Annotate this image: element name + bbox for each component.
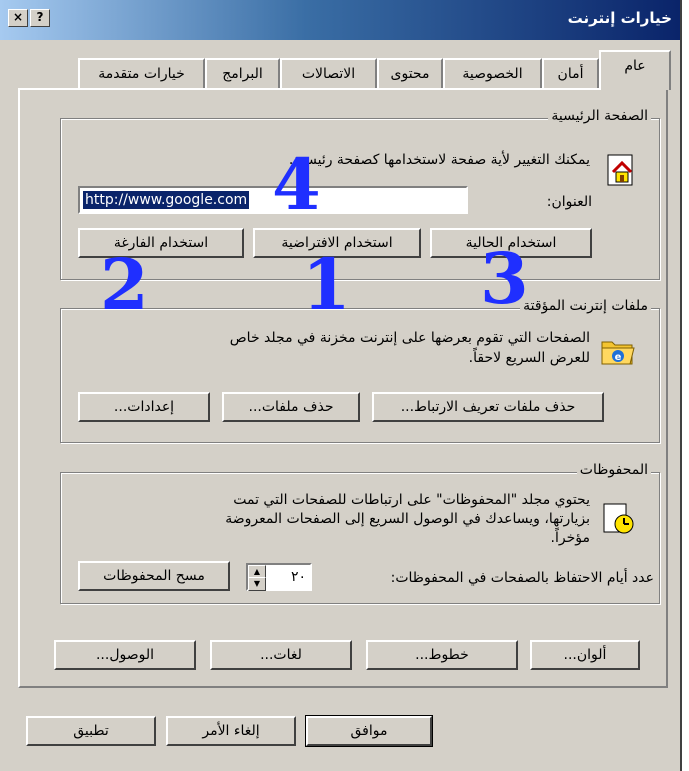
annotation-2: 2: [100, 243, 149, 326]
tab-privacy[interactable]: الخصوصية: [443, 58, 542, 88]
cancel-button[interactable]: إلغاء الأمر: [166, 716, 296, 746]
annotation-1: 1: [302, 243, 351, 326]
apply-button[interactable]: تطبيق: [26, 716, 156, 746]
history-description-2: بزيارتها، ويساعدك في الوصول السريع إلى ا…: [225, 511, 590, 527]
settings-button[interactable]: إعدادات...: [78, 392, 210, 422]
accessibility-button[interactable]: الوصول...: [54, 640, 196, 670]
tab-general[interactable]: عام: [599, 50, 671, 90]
history-days-label: عدد أيام الاحتفاظ بالصفحات في المحفوظات:: [390, 570, 654, 586]
home-page-description: يمكنك التغيير لأية صفحة لاستخدامها كصفحة…: [288, 152, 590, 168]
help-button[interactable]: ?: [30, 9, 50, 27]
annotation-3: 3: [480, 237, 529, 320]
history-description-3: مؤخراً.: [550, 530, 590, 546]
history-description-1: يحتوي مجلد "المحفوظات" على ارتباطات للصف…: [233, 492, 590, 508]
tab-advanced[interactable]: خيارات متقدمة: [78, 58, 205, 88]
address-label: العنوان:: [546, 194, 592, 210]
temp-files-description-2: للعرض السريع لاحقاً.: [468, 350, 590, 366]
temp-files-description-1: الصفحات التي تقوم بعرضها على إنترنت مخزن…: [229, 330, 590, 346]
title-bar: خيارات إنترنت × ?: [0, 0, 680, 40]
temp-files-group-label: ملفات إنترنت المؤقتة: [520, 298, 651, 314]
tab-connections[interactable]: الاتصالات: [280, 58, 377, 88]
close-button[interactable]: ×: [8, 9, 28, 27]
tab-security[interactable]: أمان: [542, 58, 599, 88]
history-icon: [603, 503, 634, 534]
temp-files-group: ملفات إنترنت المؤقتة: [60, 298, 660, 443]
address-value: http://www.google.com: [83, 191, 250, 209]
delete-files-button[interactable]: حذف ملفات...: [222, 392, 360, 422]
annotation-4: 4: [272, 143, 321, 226]
ok-button[interactable]: موافق: [305, 715, 433, 747]
svg-text:e: e: [615, 352, 622, 363]
clear-history-button[interactable]: مسح المحفوظات: [78, 561, 230, 591]
window-title: خيارات إنترنت: [567, 9, 672, 27]
languages-button[interactable]: لغات...: [210, 640, 352, 670]
temp-folder-icon: e: [601, 341, 635, 365]
colors-button[interactable]: ألوان...: [530, 640, 640, 670]
home-page-group-label: الصفحة الرئيسية: [548, 108, 651, 124]
home-page-icon: [607, 154, 633, 186]
tab-programs[interactable]: البرامج: [205, 58, 280, 88]
history-days-value: ٢٠: [290, 569, 306, 585]
delete-cookies-button[interactable]: حذف ملفات تعريف الارتباط...: [372, 392, 604, 422]
history-group-label: المحفوظات: [576, 462, 651, 478]
stepper-down-icon[interactable]: ▼: [248, 577, 266, 591]
internet-options-dialog: خيارات إنترنت × ? خيارات متقدمة البرامج …: [0, 0, 682, 771]
history-days-stepper[interactable]: ٢٠ ▲ ▼: [246, 563, 312, 591]
tab-content[interactable]: محتوى: [377, 58, 443, 88]
fonts-button[interactable]: خطوط...: [366, 640, 518, 670]
